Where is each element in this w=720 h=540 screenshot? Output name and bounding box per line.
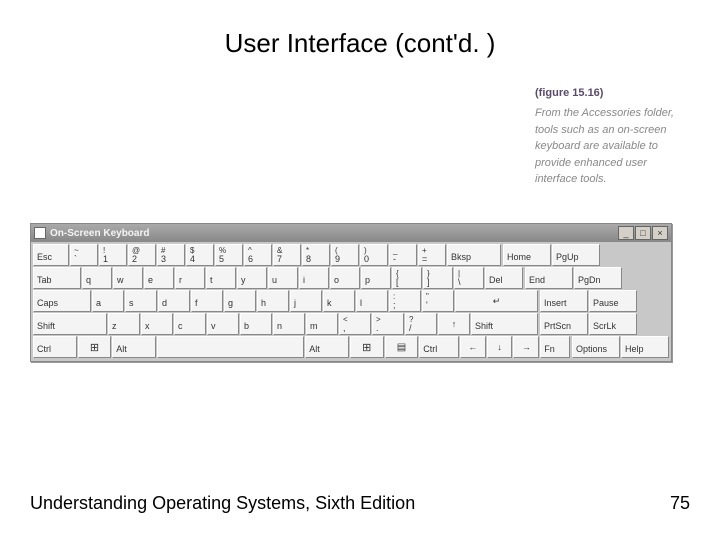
key-n[interactable]: n: [273, 313, 305, 335]
key-p[interactable]: p: [361, 267, 391, 289]
key-minus[interactable]: _-: [389, 244, 417, 266]
key-backspace[interactable]: Bksp: [447, 244, 501, 266]
key-bracket-left[interactable]: {[: [392, 267, 422, 289]
figure-caption: (figure 15.16) From the Accessories fold…: [535, 87, 690, 188]
key-x[interactable]: x: [141, 313, 173, 335]
key-s[interactable]: s: [125, 290, 157, 312]
key-enter[interactable]: ↵: [455, 290, 538, 312]
key-w[interactable]: w: [113, 267, 143, 289]
key-quote[interactable]: "': [422, 290, 454, 312]
key-alt-right[interactable]: Alt: [305, 336, 349, 358]
key-pause[interactable]: Pause: [589, 290, 637, 312]
key-shift-left[interactable]: Shift: [33, 313, 107, 335]
key-e[interactable]: e: [144, 267, 174, 289]
app-icon: [34, 227, 46, 239]
key-r[interactable]: r: [175, 267, 205, 289]
key-tab[interactable]: Tab: [33, 267, 81, 289]
key-5[interactable]: %5: [215, 244, 243, 266]
key-windows-right[interactable]: [350, 336, 384, 358]
key-windows-left[interactable]: [78, 336, 112, 358]
key-shift-right[interactable]: Shift: [471, 313, 538, 335]
keyboard-row-2: Tab q w e r t y u i o p {[ }] |\ Del End…: [33, 267, 669, 289]
key-arrow-down[interactable]: ↓: [487, 336, 513, 358]
key-prtscn[interactable]: PrtScn: [540, 313, 588, 335]
key-z[interactable]: z: [108, 313, 140, 335]
key-9[interactable]: (9: [331, 244, 359, 266]
page-number: 75: [670, 493, 690, 514]
key-context-menu[interactable]: [385, 336, 419, 358]
key-m[interactable]: m: [306, 313, 338, 335]
key-alt-left[interactable]: Alt: [112, 336, 156, 358]
key-slash[interactable]: ?/: [405, 313, 437, 335]
key-d[interactable]: d: [158, 290, 190, 312]
key-scrlk[interactable]: ScrLk: [589, 313, 637, 335]
key-semicolon[interactable]: :;: [389, 290, 421, 312]
key-options[interactable]: Options: [572, 336, 620, 358]
key-q[interactable]: q: [82, 267, 112, 289]
key-y[interactable]: y: [237, 267, 267, 289]
key-6[interactable]: ^6: [244, 244, 272, 266]
key-ctrl-right[interactable]: Ctrl: [419, 336, 459, 358]
key-arrow-right[interactable]: →: [513, 336, 539, 358]
key-h[interactable]: h: [257, 290, 289, 312]
key-end[interactable]: End: [525, 267, 573, 289]
book-title: Understanding Operating Systems, Sixth E…: [30, 493, 415, 514]
key-v[interactable]: v: [207, 313, 239, 335]
key-arrow-left[interactable]: ←: [460, 336, 486, 358]
key-space[interactable]: [157, 336, 304, 358]
key-pgup[interactable]: PgUp: [552, 244, 600, 266]
key-4[interactable]: $4: [186, 244, 214, 266]
key-f[interactable]: f: [191, 290, 223, 312]
onscreen-keyboard-window: On-Screen Keyboard _ □ × Esc ~` !1 @2 #3…: [30, 223, 672, 362]
keyboard-row-1: Esc ~` !1 @2 #3 $4 %5 ^6 &7 *8 (9 )0 _- …: [33, 244, 669, 266]
key-home[interactable]: Home: [503, 244, 551, 266]
key-2[interactable]: @2: [128, 244, 156, 266]
key-delete[interactable]: Del: [485, 267, 523, 289]
key-l[interactable]: l: [356, 290, 388, 312]
key-t[interactable]: t: [206, 267, 236, 289]
keyboard-row-4: Shift z x c v b n m <, >. ?/ ↑ Shift Prt…: [33, 313, 669, 335]
figure-label: (figure 15.16): [535, 87, 690, 99]
key-bracket-right[interactable]: }]: [423, 267, 453, 289]
key-backslash[interactable]: |\: [454, 267, 484, 289]
key-8[interactable]: *8: [302, 244, 330, 266]
key-caps[interactable]: Caps: [33, 290, 91, 312]
key-backtick[interactable]: ~`: [70, 244, 98, 266]
close-button[interactable]: ×: [652, 226, 668, 240]
figure-caption-text: From the Accessories folder, tools such …: [535, 105, 690, 188]
maximize-button[interactable]: □: [635, 226, 651, 240]
key-pgdn[interactable]: PgDn: [574, 267, 622, 289]
key-a[interactable]: a: [92, 290, 124, 312]
key-arrow-up[interactable]: ↑: [438, 313, 470, 335]
key-k[interactable]: k: [323, 290, 355, 312]
slide-footer: Understanding Operating Systems, Sixth E…: [30, 493, 690, 514]
key-g[interactable]: g: [224, 290, 256, 312]
key-equals[interactable]: +=: [418, 244, 446, 266]
key-3[interactable]: #3: [157, 244, 185, 266]
key-1[interactable]: !1: [99, 244, 127, 266]
window-title: On-Screen Keyboard: [50, 228, 618, 239]
minimize-button[interactable]: _: [618, 226, 634, 240]
key-7[interactable]: &7: [273, 244, 301, 266]
key-comma[interactable]: <,: [339, 313, 371, 335]
key-0[interactable]: )0: [360, 244, 388, 266]
key-u[interactable]: u: [268, 267, 298, 289]
key-period[interactable]: >.: [372, 313, 404, 335]
keyboard-row-3: Caps a s d f g h j k l :; "' ↵ Insert Pa…: [33, 290, 669, 312]
key-help[interactable]: Help: [621, 336, 669, 358]
key-i[interactable]: i: [299, 267, 329, 289]
key-b[interactable]: b: [240, 313, 272, 335]
key-c[interactable]: c: [174, 313, 206, 335]
key-j[interactable]: j: [290, 290, 322, 312]
key-o[interactable]: o: [330, 267, 360, 289]
slide-title: User Interface (cont'd. ): [0, 0, 720, 67]
key-insert[interactable]: Insert: [540, 290, 588, 312]
window-titlebar: On-Screen Keyboard _ □ ×: [31, 224, 671, 242]
keyboard-body: Esc ~` !1 @2 #3 $4 %5 ^6 &7 *8 (9 )0 _- …: [31, 242, 671, 361]
key-ctrl-left[interactable]: Ctrl: [33, 336, 77, 358]
key-esc[interactable]: Esc: [33, 244, 69, 266]
key-fn[interactable]: Fn: [540, 336, 570, 358]
keyboard-row-5: Ctrl Alt Alt Ctrl ← ↓ → Fn Options Help: [33, 336, 669, 358]
